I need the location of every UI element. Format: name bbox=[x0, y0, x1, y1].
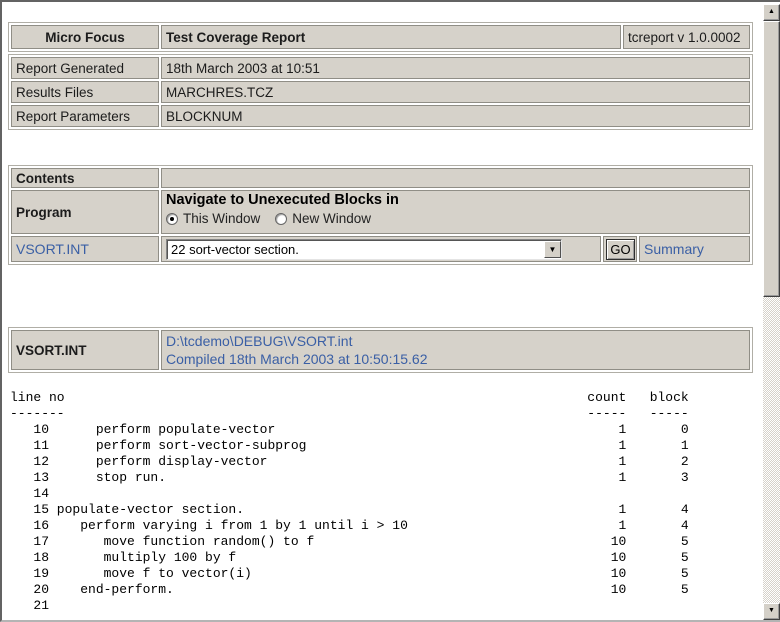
radio-new-window[interactable] bbox=[275, 213, 287, 225]
scroll-up-button[interactable]: ▲ bbox=[763, 4, 780, 21]
program-compiled-label: Compiled 18th March 2003 at 10:50:15.62 bbox=[166, 350, 745, 368]
contents-table: Contents Program Navigate to Unexecuted … bbox=[8, 165, 753, 265]
results-files-value: MARCHRES.TCZ bbox=[161, 81, 750, 103]
program-column-heading: Program bbox=[11, 190, 159, 234]
program-nav-row: VSORT.INT 22 sort-vector section. ▼ GO S… bbox=[11, 236, 750, 262]
contents-heading: Contents bbox=[11, 168, 159, 188]
table-row: Report Generated 18th March 2003 at 10:5… bbox=[11, 57, 750, 79]
table-row: Report Parameters BLOCKNUM bbox=[11, 105, 750, 127]
code-listing: line no count block ------- ----- ----- … bbox=[10, 390, 763, 614]
dropdown-arrow-icon[interactable]: ▼ bbox=[544, 241, 561, 258]
block-select[interactable]: 22 sort-vector section. ▼ bbox=[166, 239, 562, 260]
radio-this-window-label[interactable]: This Window bbox=[183, 211, 260, 226]
program-section-row: VSORT.INT D:\tcdemo\DEBUG\VSORT.int Comp… bbox=[11, 330, 750, 370]
summary-link[interactable]: Summary bbox=[644, 241, 704, 257]
program-section-info: D:\tcdemo\DEBUG\VSORT.int Compiled 18th … bbox=[161, 330, 750, 370]
radio-new-window-label[interactable]: New Window bbox=[292, 211, 371, 226]
radio-this-window[interactable] bbox=[166, 213, 178, 225]
arrow-down-icon: ▼ bbox=[768, 607, 775, 614]
navigate-heading: Navigate to Unexecuted Blocks in bbox=[166, 192, 745, 208]
contents-bar-filler bbox=[161, 168, 750, 188]
table-row: Results Files MARCHRES.TCZ bbox=[11, 81, 750, 103]
report-info-table: Report Generated 18th March 2003 at 10:5… bbox=[8, 54, 753, 130]
report-parameters-label: Report Parameters bbox=[11, 105, 159, 127]
navigate-cell: Navigate to Unexecuted Blocks in This Wi… bbox=[161, 190, 750, 234]
page-content: Micro Focus Test Coverage Report tcrepor… bbox=[2, 2, 763, 620]
contents-bar-row: Contents bbox=[11, 168, 750, 188]
block-select-value: 22 sort-vector section. bbox=[171, 242, 299, 257]
scroll-down-button[interactable]: ▼ bbox=[763, 603, 780, 620]
results-files-label: Results Files bbox=[11, 81, 159, 103]
page-title: Test Coverage Report bbox=[161, 25, 621, 49]
report-generated-label: Report Generated bbox=[11, 57, 159, 79]
header-row: Micro Focus Test Coverage Report tcrepor… bbox=[11, 25, 750, 49]
report-window: Micro Focus Test Coverage Report tcrepor… bbox=[0, 0, 780, 622]
report-parameters-value: BLOCKNUM bbox=[161, 105, 750, 127]
block-select-cell: 22 sort-vector section. ▼ bbox=[161, 236, 601, 262]
version-label: tcreport v 1.0.0002 bbox=[623, 25, 750, 49]
program-row: Program Navigate to Unexecuted Blocks in… bbox=[11, 190, 750, 234]
program-link-cell: VSORT.INT bbox=[11, 236, 159, 262]
go-button[interactable]: GO bbox=[606, 239, 635, 260]
program-section-name: VSORT.INT bbox=[11, 330, 159, 370]
window-target-radio-group: This Window New Window bbox=[166, 211, 745, 226]
scrollbar-thumb[interactable] bbox=[763, 21, 780, 297]
report-header-table: Micro Focus Test Coverage Report tcrepor… bbox=[8, 22, 753, 52]
program-section-table: VSORT.INT D:\tcdemo\DEBUG\VSORT.int Comp… bbox=[8, 327, 753, 373]
summary-cell: Summary bbox=[639, 236, 750, 262]
brand-logo: Micro Focus bbox=[11, 25, 159, 49]
program-path-link[interactable]: D:\tcdemo\DEBUG\VSORT.int bbox=[166, 332, 745, 350]
arrow-up-icon: ▲ bbox=[768, 8, 775, 15]
go-cell: GO bbox=[603, 236, 637, 262]
report-generated-value: 18th March 2003 at 10:51 bbox=[161, 57, 750, 79]
vertical-scrollbar[interactable]: ▲ ▼ bbox=[763, 4, 780, 620]
program-link[interactable]: VSORT.INT bbox=[16, 241, 89, 257]
